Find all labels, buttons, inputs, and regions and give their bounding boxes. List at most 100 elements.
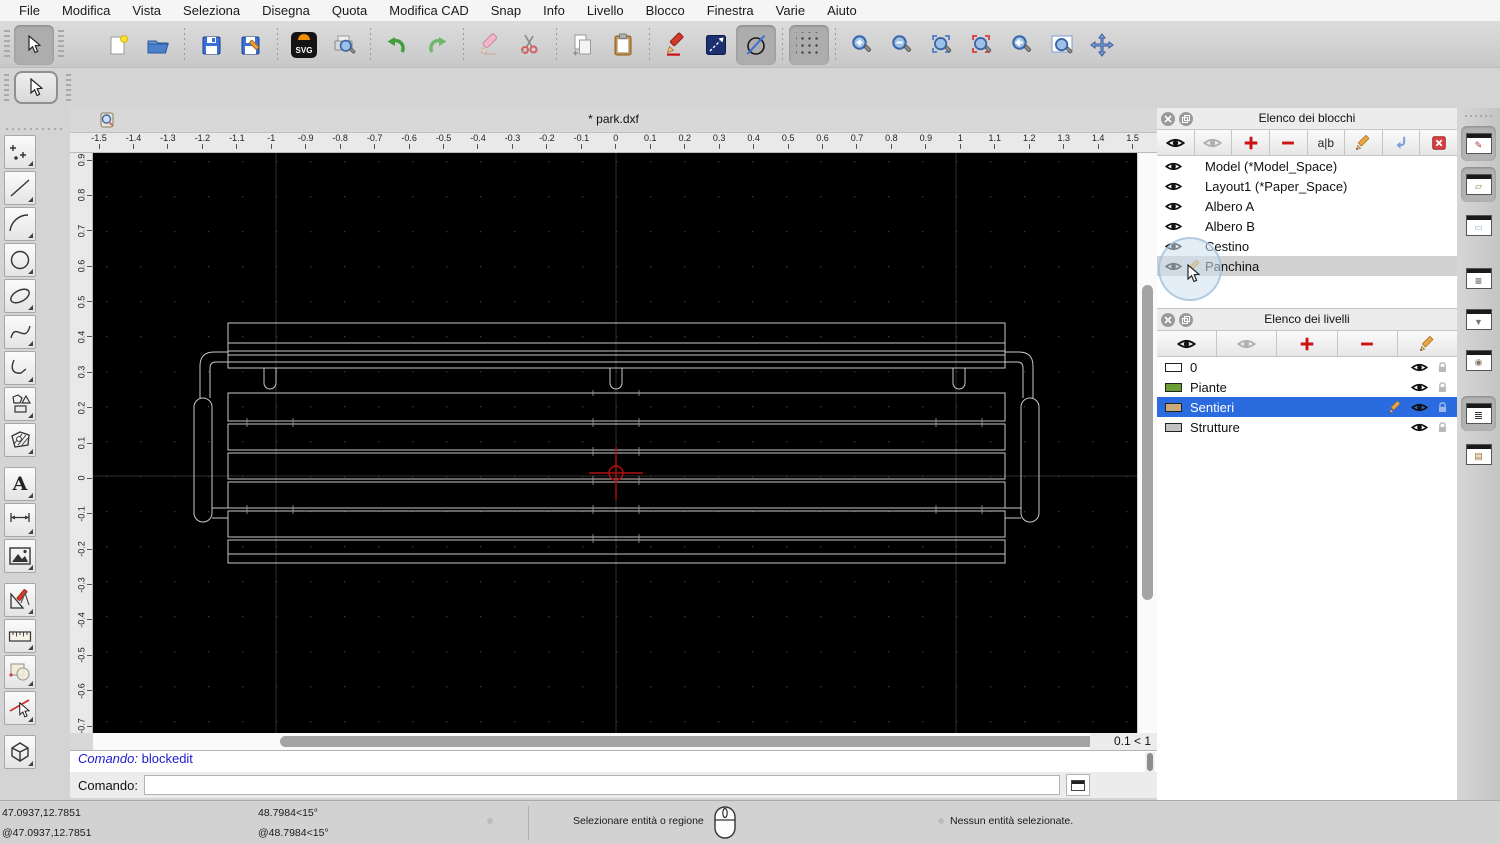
vertical-scroll-handle[interactable]: [1142, 285, 1153, 600]
cut-button[interactable]: [510, 25, 550, 65]
visibility-eye-icon[interactable]: [1165, 160, 1182, 173]
delete-button[interactable]: [470, 25, 510, 65]
horizontal-scroll-handle[interactable]: [280, 736, 1102, 747]
rename-block-button[interactable]: a|b: [1307, 130, 1346, 155]
lock-icon[interactable]: [1436, 360, 1449, 375]
selection-tool-button[interactable]: [14, 71, 58, 104]
modify-selection-button[interactable]: [4, 691, 36, 725]
modify-tools-button[interactable]: [4, 583, 36, 617]
block-list-item[interactable]: Albero B: [1157, 216, 1457, 236]
grid-toggle-button[interactable]: [789, 24, 829, 65]
edit-layer-button[interactable]: [1397, 331, 1458, 356]
canvas-vertical-scrollbar[interactable]: [1137, 153, 1157, 733]
visibility-eye-icon[interactable]: [1411, 421, 1428, 434]
zoom-window-button[interactable]: [1042, 25, 1082, 65]
block-list-item[interactable]: Albero A: [1157, 196, 1457, 216]
visibility-eye-icon[interactable]: [1165, 180, 1182, 193]
undock-panel-icon[interactable]: [1179, 112, 1193, 126]
solid-3d-tools-button[interactable]: [4, 735, 36, 769]
undo-button[interactable]: [377, 25, 417, 65]
redo-button[interactable]: [417, 25, 457, 65]
command-options-button[interactable]: [1065, 774, 1090, 796]
panel-toggle-button[interactable]: [1461, 302, 1496, 337]
auto-zoom-button[interactable]: [922, 25, 962, 65]
layer-list-item[interactable]: Strutture: [1157, 417, 1457, 437]
menu-item[interactable]: Info: [532, 0, 576, 21]
svg-export-button[interactable]: SVG: [284, 25, 324, 65]
menu-item[interactable]: Varie: [765, 0, 816, 21]
draw-pen-button[interactable]: [656, 25, 696, 65]
spline-tool-button[interactable]: [4, 315, 36, 349]
open-file-button[interactable]: [138, 25, 178, 65]
command-history[interactable]: Comando: blockedit: [70, 750, 1157, 772]
show-all-layers-button[interactable]: [1157, 331, 1218, 356]
add-layer-button[interactable]: [1277, 331, 1338, 356]
visibility-eye-icon[interactable]: [1411, 381, 1428, 394]
menu-item[interactable]: Blocco: [635, 0, 696, 21]
save-button[interactable]: [191, 25, 231, 65]
panel-toggle-button[interactable]: [1461, 208, 1496, 243]
print-preview-button[interactable]: [324, 25, 364, 65]
auto-pan-button[interactable]: [1082, 25, 1122, 65]
command-input[interactable]: [143, 775, 1060, 795]
visibility-eye-icon[interactable]: [1165, 200, 1182, 213]
lock-icon[interactable]: [1436, 380, 1449, 395]
copy-button[interactable]: [563, 25, 603, 65]
block-list-item[interactable]: Layout1 (*Paper_Space): [1157, 176, 1457, 196]
circle-tool-button[interactable]: [4, 243, 36, 277]
panel-toggle-button[interactable]: [1461, 126, 1496, 161]
text-tool-button[interactable]: A: [4, 467, 36, 501]
points-tool-button[interactable]: [4, 135, 36, 169]
zoom-in-button[interactable]: [842, 25, 882, 65]
layer-list-item[interactable]: 0: [1157, 357, 1457, 377]
zoom-out-button[interactable]: [882, 25, 922, 65]
new-document-button[interactable]: [98, 25, 138, 65]
hide-all-blocks-button[interactable]: [1194, 130, 1233, 155]
block-tools-button[interactable]: [4, 655, 36, 689]
insert-block-button[interactable]: [1382, 130, 1421, 155]
block-list-item[interactable]: Model (*Model_Space): [1157, 156, 1457, 176]
command-history-scrollbar[interactable]: [1145, 752, 1155, 772]
panel-toggle-button[interactable]: [1461, 396, 1496, 431]
shape-tool-button[interactable]: [4, 387, 36, 421]
zoom-selection-button[interactable]: [962, 25, 1002, 65]
edit-block-button[interactable]: [1345, 130, 1383, 155]
close-panel-icon[interactable]: [1161, 112, 1175, 126]
menu-item[interactable]: Seleziona: [172, 0, 251, 21]
menu-item[interactable]: Aiuto: [816, 0, 868, 21]
ellipse-tool-button[interactable]: [4, 279, 36, 313]
canvas-horizontal-scrollbar[interactable]: [93, 733, 1102, 750]
panel-toggle-button[interactable]: [1461, 261, 1496, 296]
line-tool-button[interactable]: [4, 171, 36, 205]
menu-item[interactable]: Disegna: [251, 0, 321, 21]
menu-item[interactable]: Modifica: [51, 0, 121, 21]
layer-list-item[interactable]: Piante: [1157, 377, 1457, 397]
lock-icon[interactable]: [1436, 420, 1449, 435]
remove-layer-button[interactable]: [1337, 331, 1398, 356]
menu-item[interactable]: Finestra: [696, 0, 765, 21]
line-tool-button[interactable]: [696, 25, 736, 65]
visibility-eye-icon[interactable]: [1411, 401, 1428, 414]
visibility-eye-icon[interactable]: [1165, 220, 1182, 233]
layer-list-item[interactable]: Sentieri: [1157, 397, 1457, 417]
visibility-eye-icon[interactable]: [1411, 361, 1428, 374]
remove-block-button[interactable]: [1269, 130, 1308, 155]
show-all-blocks-button[interactable]: [1157, 130, 1195, 155]
add-block-button[interactable]: [1232, 130, 1270, 155]
circle-slash-tool-button[interactable]: [736, 24, 776, 65]
arc-tool-button[interactable]: [4, 207, 36, 241]
close-panel-icon[interactable]: [1161, 313, 1175, 327]
lock-icon[interactable]: [1436, 400, 1449, 415]
panel-toggle-button[interactable]: [1461, 343, 1496, 378]
menu-item[interactable]: Modifica CAD: [378, 0, 479, 21]
selection-arrow-button[interactable]: [14, 24, 54, 65]
panel-toggle-button[interactable]: [1461, 437, 1496, 472]
purge-block-button[interactable]: [1420, 130, 1457, 155]
document-tab-title[interactable]: * park.dxf: [70, 112, 1157, 126]
hide-all-layers-button[interactable]: [1217, 331, 1278, 356]
dimension-tool-button[interactable]: [4, 503, 36, 537]
undock-panel-icon[interactable]: [1179, 313, 1193, 327]
menu-item[interactable]: Vista: [121, 0, 172, 21]
save-as-button[interactable]: [231, 25, 271, 65]
menu-item[interactable]: Snap: [480, 0, 532, 21]
